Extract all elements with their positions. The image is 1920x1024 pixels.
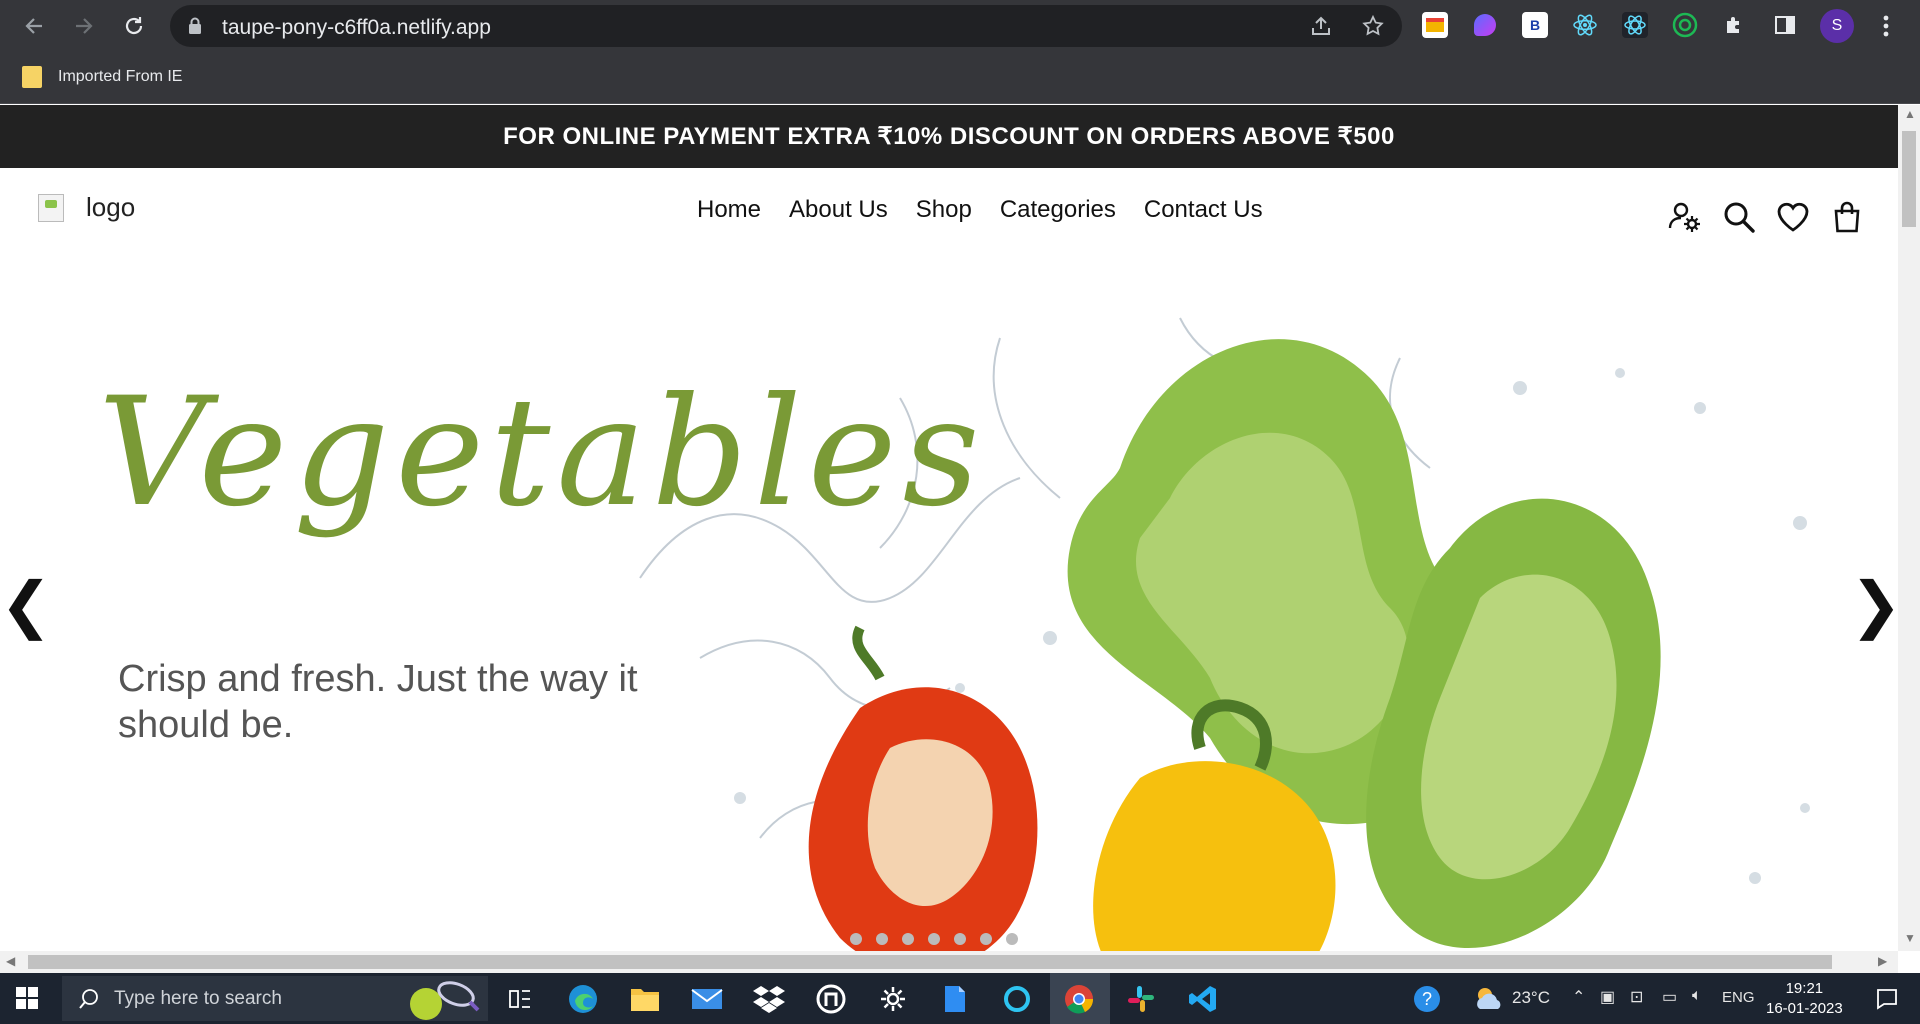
scroll-left-arrow-icon[interactable]: ◀ [6,954,15,968]
settings-gear-icon[interactable] [874,980,912,1018]
help-icon[interactable]: ? [1408,980,1446,1018]
scroll-down-arrow-icon[interactable]: ▼ [1904,931,1916,945]
nav-categories[interactable]: Categories [1000,196,1116,224]
taskbar-search-placeholder: Type here to search [114,987,282,1009]
promo-text: FOR ONLINE PAYMENT EXTRA ₹10% DISCOUNT O… [503,123,1395,150]
dropbox-icon[interactable] [750,980,788,1018]
cortana-icon[interactable] [998,980,1036,1018]
carousel-dot[interactable] [876,933,888,945]
lock-icon [189,17,201,34]
chrome-browser-icon[interactable] [1060,980,1098,1018]
horizontal-scrollbar[interactable]: ◀ ▶ [0,951,1898,973]
page-viewport: FOR ONLINE PAYMENT EXTRA ₹10% DISCOUNT O… [0,105,1898,951]
hero-carousel: Vegetables Crisp and fresh. Just the way… [0,278,1898,951]
broken-image-icon [38,193,64,222]
weather-temp[interactable]: 23°C [1512,988,1550,1008]
nav-shop[interactable]: Shop [916,196,972,224]
notepad-file-icon[interactable] [936,980,974,1018]
carousel-dot[interactable] [1006,933,1018,945]
windows-start-icon[interactable] [16,987,38,1009]
carousel-indicators [850,933,1018,945]
horizontal-scroll-thumb[interactable] [28,955,1832,969]
edge-browser-icon[interactable] [564,980,602,1018]
carousel-prev-arrow[interactable]: ❮ [0,568,52,641]
bookmark-folder-imported[interactable]: Imported From IE [22,66,182,88]
carousel-dot[interactable] [954,933,966,945]
shopping-bag-icon[interactable] [1830,200,1864,234]
address-bar[interactable]: taupe-pony-c6ff0a.netlify.app [170,5,1402,47]
url-text: taupe-pony-c6ff0a.netlify.app [222,16,491,39]
svg-text:?: ? [1422,989,1432,1009]
share-icon[interactable] [1308,14,1334,40]
vertical-scrollbar[interactable]: ▲ ▼ [1898,105,1920,951]
tray-chevron-up-icon[interactable]: ⌃ [1572,987,1585,1007]
taskbar-search-icon [79,988,98,1009]
heart-icon[interactable] [1776,200,1810,234]
windows-taskbar: Type here to search ? 23°C ⌃ ▣ ⊡ ▭ 🔈︎ EN… [0,973,1920,1024]
carousel-dot[interactable] [902,933,914,945]
bookmark-star-icon[interactable] [1360,14,1386,40]
clock-date: 16-01-2023 [1766,1000,1843,1017]
extension-b-label: B [1529,17,1541,33]
forward-icon[interactable] [68,10,100,42]
tray-meet-icon[interactable]: ▣ [1600,987,1615,1007]
site-header: logo Home About Us Shop Categories Conta… [0,168,1898,278]
side-panel-icon[interactable] [1772,12,1798,38]
extension-b-icon[interactable]: B [1522,12,1548,38]
site-logo[interactable]: logo [38,192,135,223]
nav-about-us[interactable]: About Us [789,196,888,224]
main-nav: Home About Us Shop Categories Contact Us [697,196,1263,224]
react-extension-icon[interactable] [1622,12,1648,38]
tray-volume-icon[interactable]: 🔈︎ [1692,987,1702,1005]
carousel-dot[interactable] [928,933,940,945]
extension-notes-icon[interactable] [1422,12,1448,38]
hero-title: Vegetables [98,366,986,540]
app-shield-icon[interactable] [812,980,850,1018]
tray-battery-icon[interactable]: ▭ [1662,987,1677,1007]
avatar-letter: S [1831,17,1843,34]
logo-alt-text: logo [86,192,136,222]
nav-contact-us[interactable]: Contact Us [1144,196,1263,224]
slack-icon[interactable] [1122,980,1160,1018]
extensions-puzzle-icon[interactable] [1722,12,1748,38]
task-view-icon[interactable] [501,980,539,1018]
scroll-right-arrow-icon[interactable]: ▶ [1878,954,1887,968]
react-devtools-icon[interactable] [1572,12,1598,38]
header-actions [1668,200,1864,234]
mail-icon[interactable] [688,980,726,1018]
clock-time: 19:21 [1785,980,1824,997]
hero-subtitle: Crisp and fresh. Just the way it should … [118,658,638,746]
system-clock[interactable]: 19:21 16-01-2023 [1766,979,1843,1019]
scroll-up-arrow-icon[interactable]: ▲ [1904,107,1916,121]
tennis-search-highlight-icon [410,981,480,1020]
extension-target-icon[interactable] [1672,12,1698,38]
extension-gradient-icon[interactable] [1472,12,1498,38]
folder-icon [22,66,42,88]
carousel-next-arrow[interactable]: ❯ [1850,568,1898,641]
account-settings-icon[interactable] [1668,200,1702,234]
nav-home[interactable]: Home [697,196,761,224]
profile-avatar[interactable]: S [1820,9,1854,43]
taskbar-search[interactable]: Type here to search [62,976,488,1021]
carousel-dot[interactable] [980,933,992,945]
menu-kebab-icon[interactable] [1870,10,1902,42]
browser-toolbar: taupe-pony-c6ff0a.netlify.app B S [0,0,1920,52]
back-icon[interactable] [18,10,50,42]
vertical-scroll-thumb[interactable] [1902,131,1916,227]
language-indicator[interactable]: ENG [1722,989,1755,1006]
notification-center-icon[interactable] [1868,980,1906,1018]
tray-network-icon[interactable]: ⊡ [1630,987,1643,1007]
vscode-icon[interactable] [1184,980,1222,1018]
bookmark-label: Imported From IE [58,68,183,85]
file-explorer-icon[interactable] [626,980,664,1018]
carousel-dot[interactable] [850,933,862,945]
reload-icon[interactable] [118,10,150,42]
promo-banner: FOR ONLINE PAYMENT EXTRA ₹10% DISCOUNT O… [0,105,1898,168]
search-icon[interactable] [1722,200,1756,234]
bookmarks-bar: Imported From IE [0,52,1920,104]
weather-cloud-icon[interactable] [1470,980,1508,1018]
